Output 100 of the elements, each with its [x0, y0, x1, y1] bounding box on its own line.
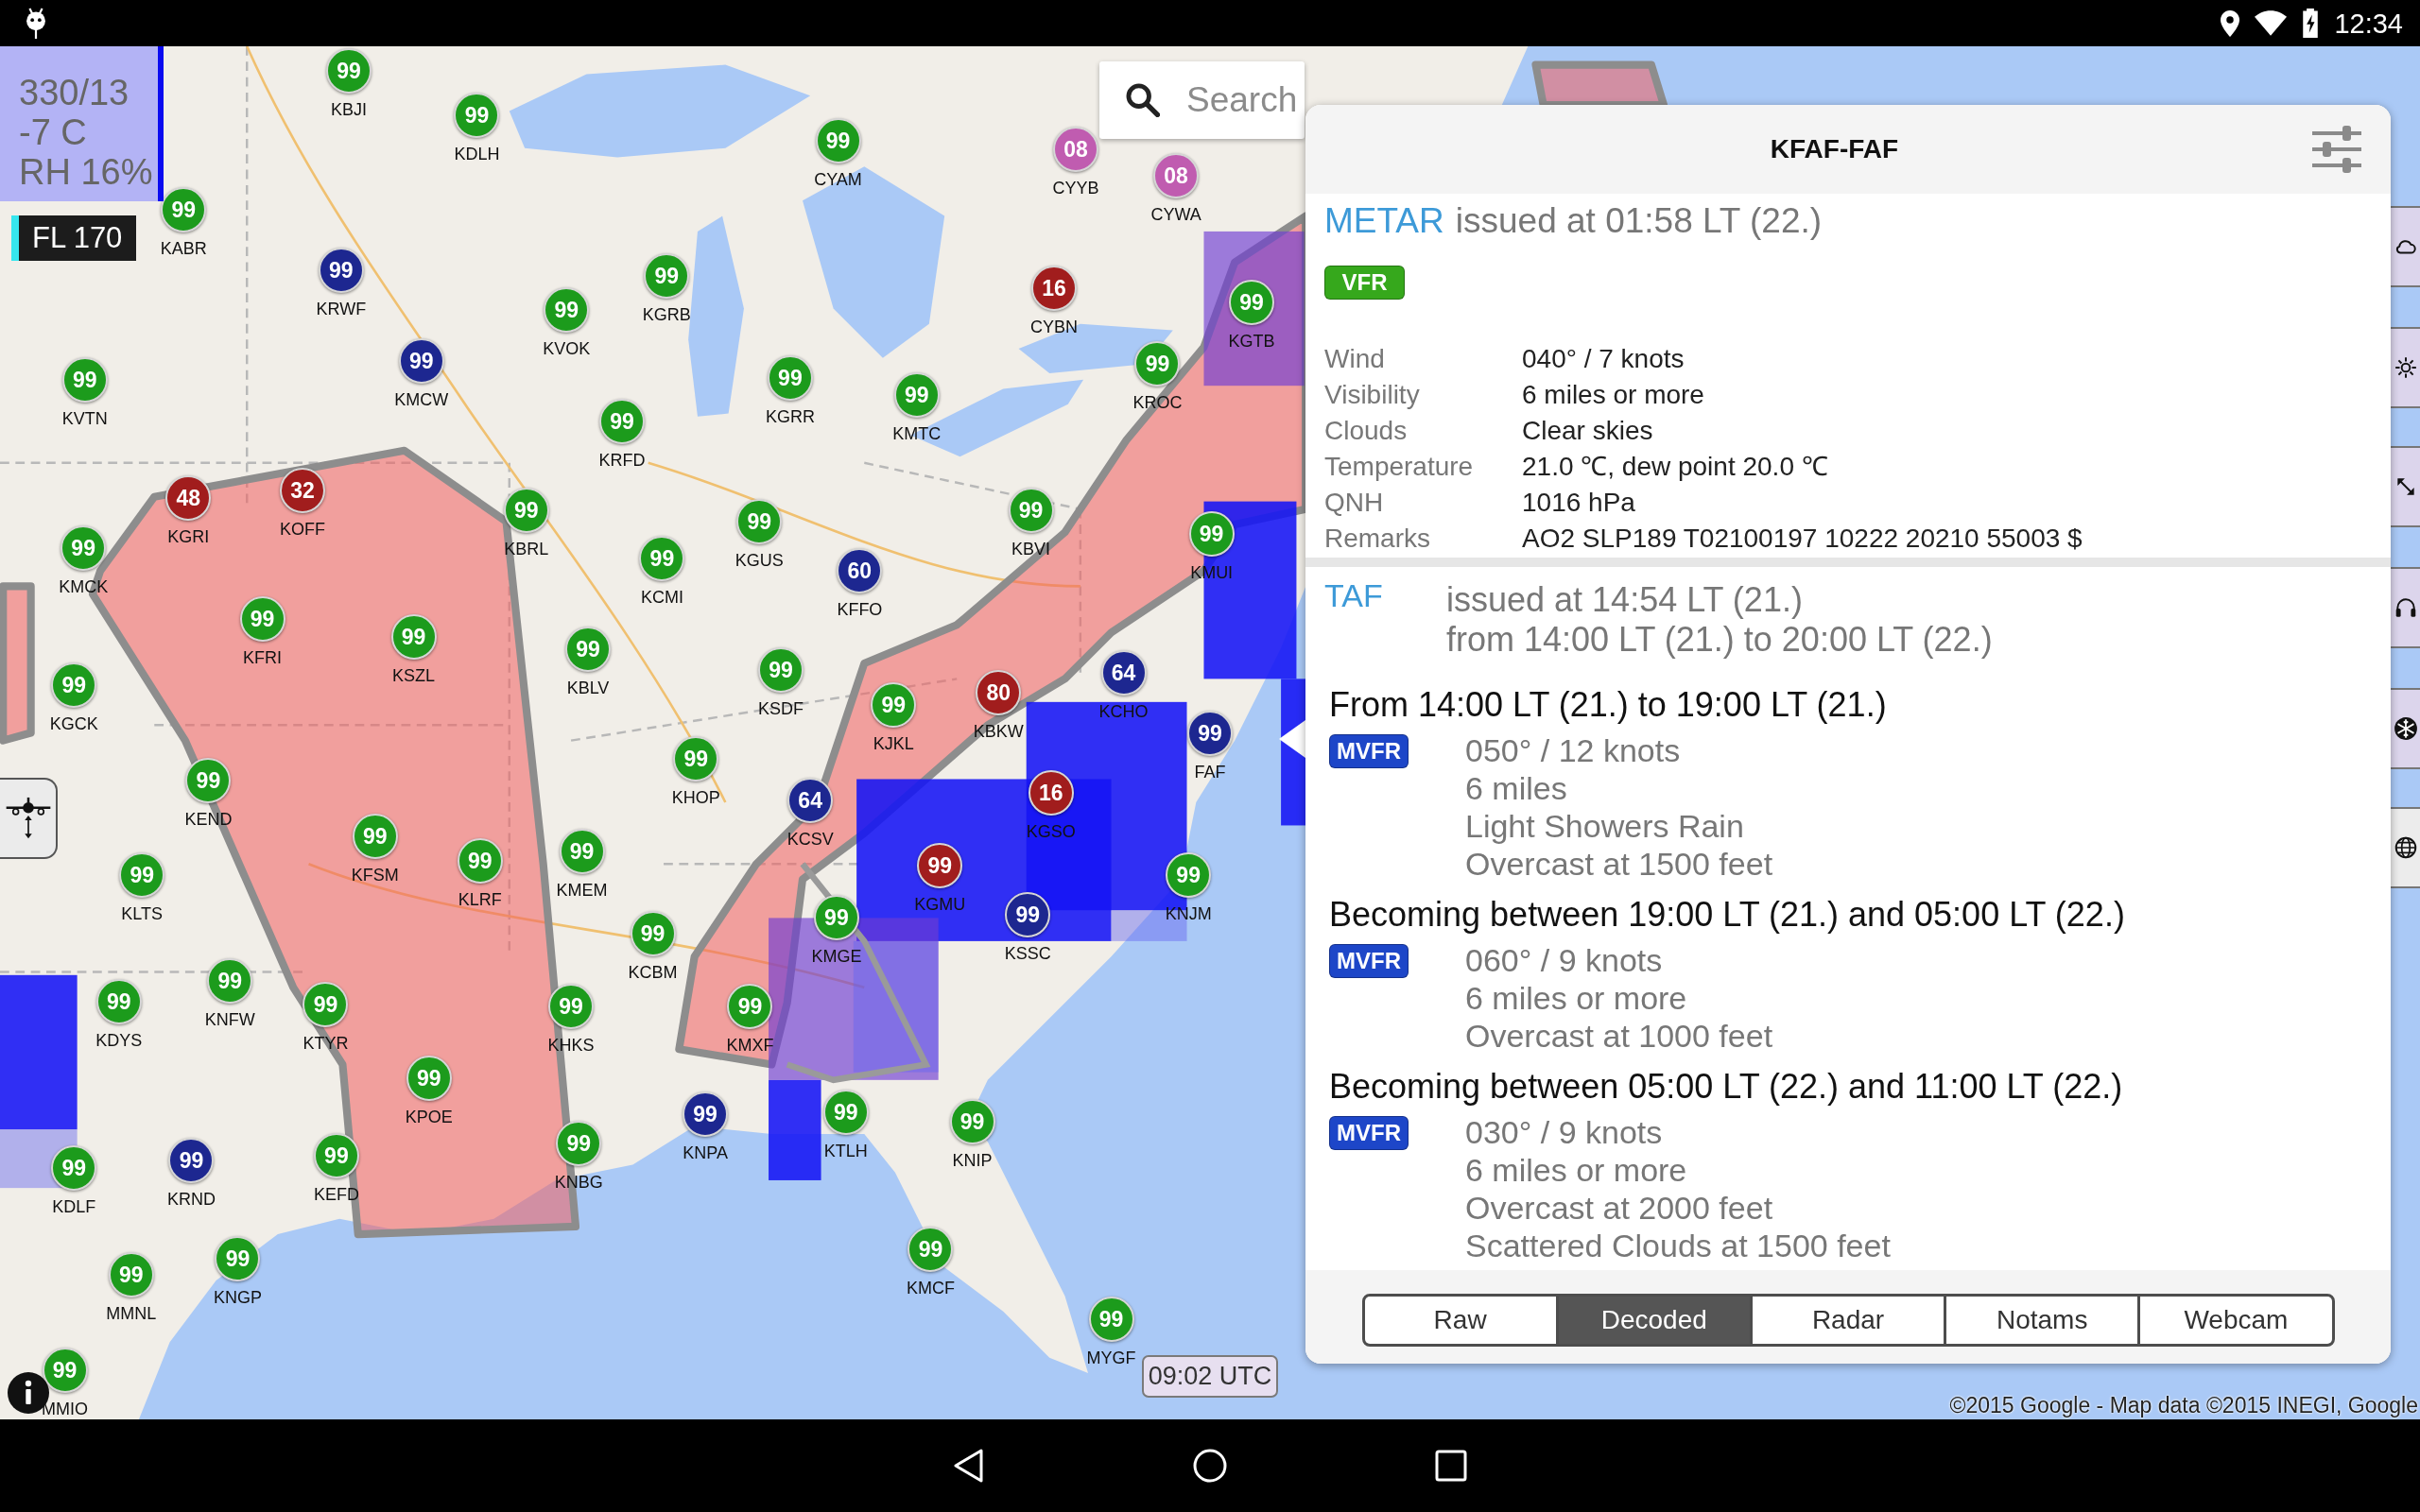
- layer-button[interactable]: [2391, 206, 2420, 287]
- globe-icon: [2393, 835, 2418, 860]
- field-value: Clear skies: [1522, 415, 1654, 447]
- flight-level-label[interactable]: FL 170: [11, 215, 136, 261]
- field-value: 6 miles or more: [1522, 379, 1705, 411]
- airplane-icon: [4, 797, 52, 840]
- forecast-heading: Becoming between 05:00 LT (22.) and 11:00 LT (22.): [1329, 1066, 2123, 1108]
- forecast-line: 6 miles or more: [1465, 1151, 1687, 1189]
- battery-icon: [2302, 9, 2320, 38]
- panel-title: KFAF-FAF: [1770, 133, 1899, 165]
- station-code: KSSC: [1004, 945, 1051, 963]
- station-code: KBJI: [330, 101, 367, 119]
- search-field[interactable]: Search: [1099, 61, 1305, 139]
- flight-category-badge: MVFR: [1329, 734, 1409, 768]
- forecast-heading: From 14:00 LT (21.) to 19:00 LT (21.): [1329, 684, 1887, 726]
- station-code: KMEM: [556, 882, 608, 900]
- station-code: KFFO: [837, 601, 883, 619]
- station-code: KGRR: [765, 408, 815, 425]
- sun-icon: [2393, 355, 2418, 380]
- station-code: KMXF: [726, 1036, 774, 1054]
- station-code: KTLH: [823, 1143, 868, 1160]
- layer-button[interactable]: [2391, 807, 2420, 888]
- issue-time: issued at 14:54 LT (21.): [1446, 580, 1803, 620]
- layer-button[interactable]: [2391, 327, 2420, 408]
- station-code: KGRB: [642, 306, 691, 324]
- field-value: AO2 SLP189 T02100197 10222 20210 55003 $: [1522, 523, 2083, 555]
- station-code: KGMU: [914, 895, 966, 913]
- station-code: KGUS: [735, 551, 784, 569]
- layer-button[interactable]: [2391, 446, 2420, 527]
- station-code: MMIO: [42, 1400, 89, 1418]
- station-code: KGRI: [167, 528, 210, 546]
- station-code: KCHO: [1098, 702, 1149, 720]
- station-code: KMUI: [1190, 563, 1234, 581]
- station-code: CYWA: [1150, 206, 1201, 224]
- station-code: KNBG: [554, 1173, 603, 1191]
- station-code: KNGP: [213, 1289, 262, 1307]
- station-code: KRND: [166, 1190, 216, 1208]
- station-code: KBKW: [973, 723, 1024, 741]
- layer-button[interactable]: [2391, 567, 2420, 648]
- bug-icon: [26, 8, 46, 39]
- forecast-line: Overcast at 1500 feet: [1465, 845, 1773, 883]
- field-label: Remarks: [1324, 523, 1431, 555]
- station-code: KRFD: [598, 451, 646, 469]
- station-code: KCMI: [640, 589, 683, 607]
- forecast-line: 6 miles or more: [1465, 979, 1687, 1017]
- station-code: KVOK: [543, 340, 591, 358]
- forecast-line: Light Showers Rain: [1465, 807, 1744, 845]
- view-tab[interactable]: Decoded: [1558, 1297, 1753, 1344]
- map-attribution: ©2015 Google - Map data ©2015 INEGI, Google: [1949, 1392, 2418, 1418]
- view-tab[interactable]: Raw: [1364, 1297, 1559, 1344]
- forecast-line: Overcast at 1000 feet: [1465, 1017, 1773, 1055]
- field-value: 1016 hPa: [1522, 487, 1636, 519]
- airplane-button[interactable]: [0, 778, 58, 859]
- station-code: KABR: [160, 240, 207, 258]
- station-code: KOFF: [280, 521, 325, 539]
- station-code: KPOE: [405, 1108, 453, 1126]
- report-label: TAF: [1324, 576, 1384, 615]
- station-code: KNJM: [1165, 904, 1212, 922]
- clock-time: 12:34: [2334, 7, 2403, 40]
- layer-button[interactable]: [2391, 688, 2420, 769]
- station-code: CYAM: [814, 170, 862, 188]
- flight-category-badge: MVFR: [1329, 1116, 1409, 1150]
- home-icon[interactable]: [1191, 1447, 1229, 1485]
- station-code: KGSO: [1026, 823, 1076, 841]
- station-code: KDLH: [454, 146, 500, 163]
- station-code: KMCK: [59, 577, 109, 595]
- view-tab[interactable]: Webcam: [2140, 1297, 2332, 1344]
- station-code: MMNL: [106, 1304, 157, 1322]
- station-code: KGCK: [49, 714, 98, 732]
- report-label: METAR: [1324, 201, 1444, 240]
- field-label: Wind: [1324, 343, 1386, 375]
- field-value: 040° / 7 knots: [1522, 343, 1685, 375]
- temperature-reading: -7 C: [19, 112, 87, 152]
- sliders-icon[interactable]: [2310, 126, 2363, 173]
- issue-time: issued at 01:58 LT (22.): [1455, 201, 1823, 240]
- snowflake-icon: [2393, 716, 2418, 741]
- forecast-line: 030° / 9 knots: [1465, 1113, 1663, 1151]
- validity-period: from 14:00 LT (21.) to 20:00 LT (22.): [1446, 620, 1993, 660]
- station-code: KDLF: [52, 1197, 96, 1215]
- field-label: QNH: [1324, 487, 1385, 519]
- station-code: KBLV: [566, 679, 610, 697]
- station-code: FAF: [1194, 763, 1226, 781]
- search-icon: [1126, 83, 1160, 117]
- location-pin-icon: [2221, 9, 2240, 37]
- station-code: KMCW: [394, 391, 449, 409]
- time-label: 09:02 UTC: [1142, 1355, 1278, 1398]
- forecast-line: Scattered Clouds at 1500 feet: [1465, 1227, 1891, 1264]
- flight-category-badge: MVFR: [1329, 944, 1409, 978]
- forecast-line: 060° / 9 knots: [1465, 941, 1663, 979]
- station-code: KTYR: [302, 1034, 349, 1052]
- station-code: KRWF: [316, 300, 367, 318]
- station-code: KJKL: [873, 735, 914, 753]
- station-code: KNFW: [204, 1011, 255, 1029]
- station-code: KSZL: [392, 667, 436, 685]
- forecast-line: 6 miles: [1465, 769, 1567, 807]
- station-code: KNIP: [952, 1151, 993, 1169]
- station-code: KLTS: [121, 904, 164, 922]
- humidity-reading: RH 16%: [19, 152, 153, 192]
- station-code: KGTB: [1228, 333, 1275, 350]
- station-code: KHKS: [547, 1036, 595, 1054]
